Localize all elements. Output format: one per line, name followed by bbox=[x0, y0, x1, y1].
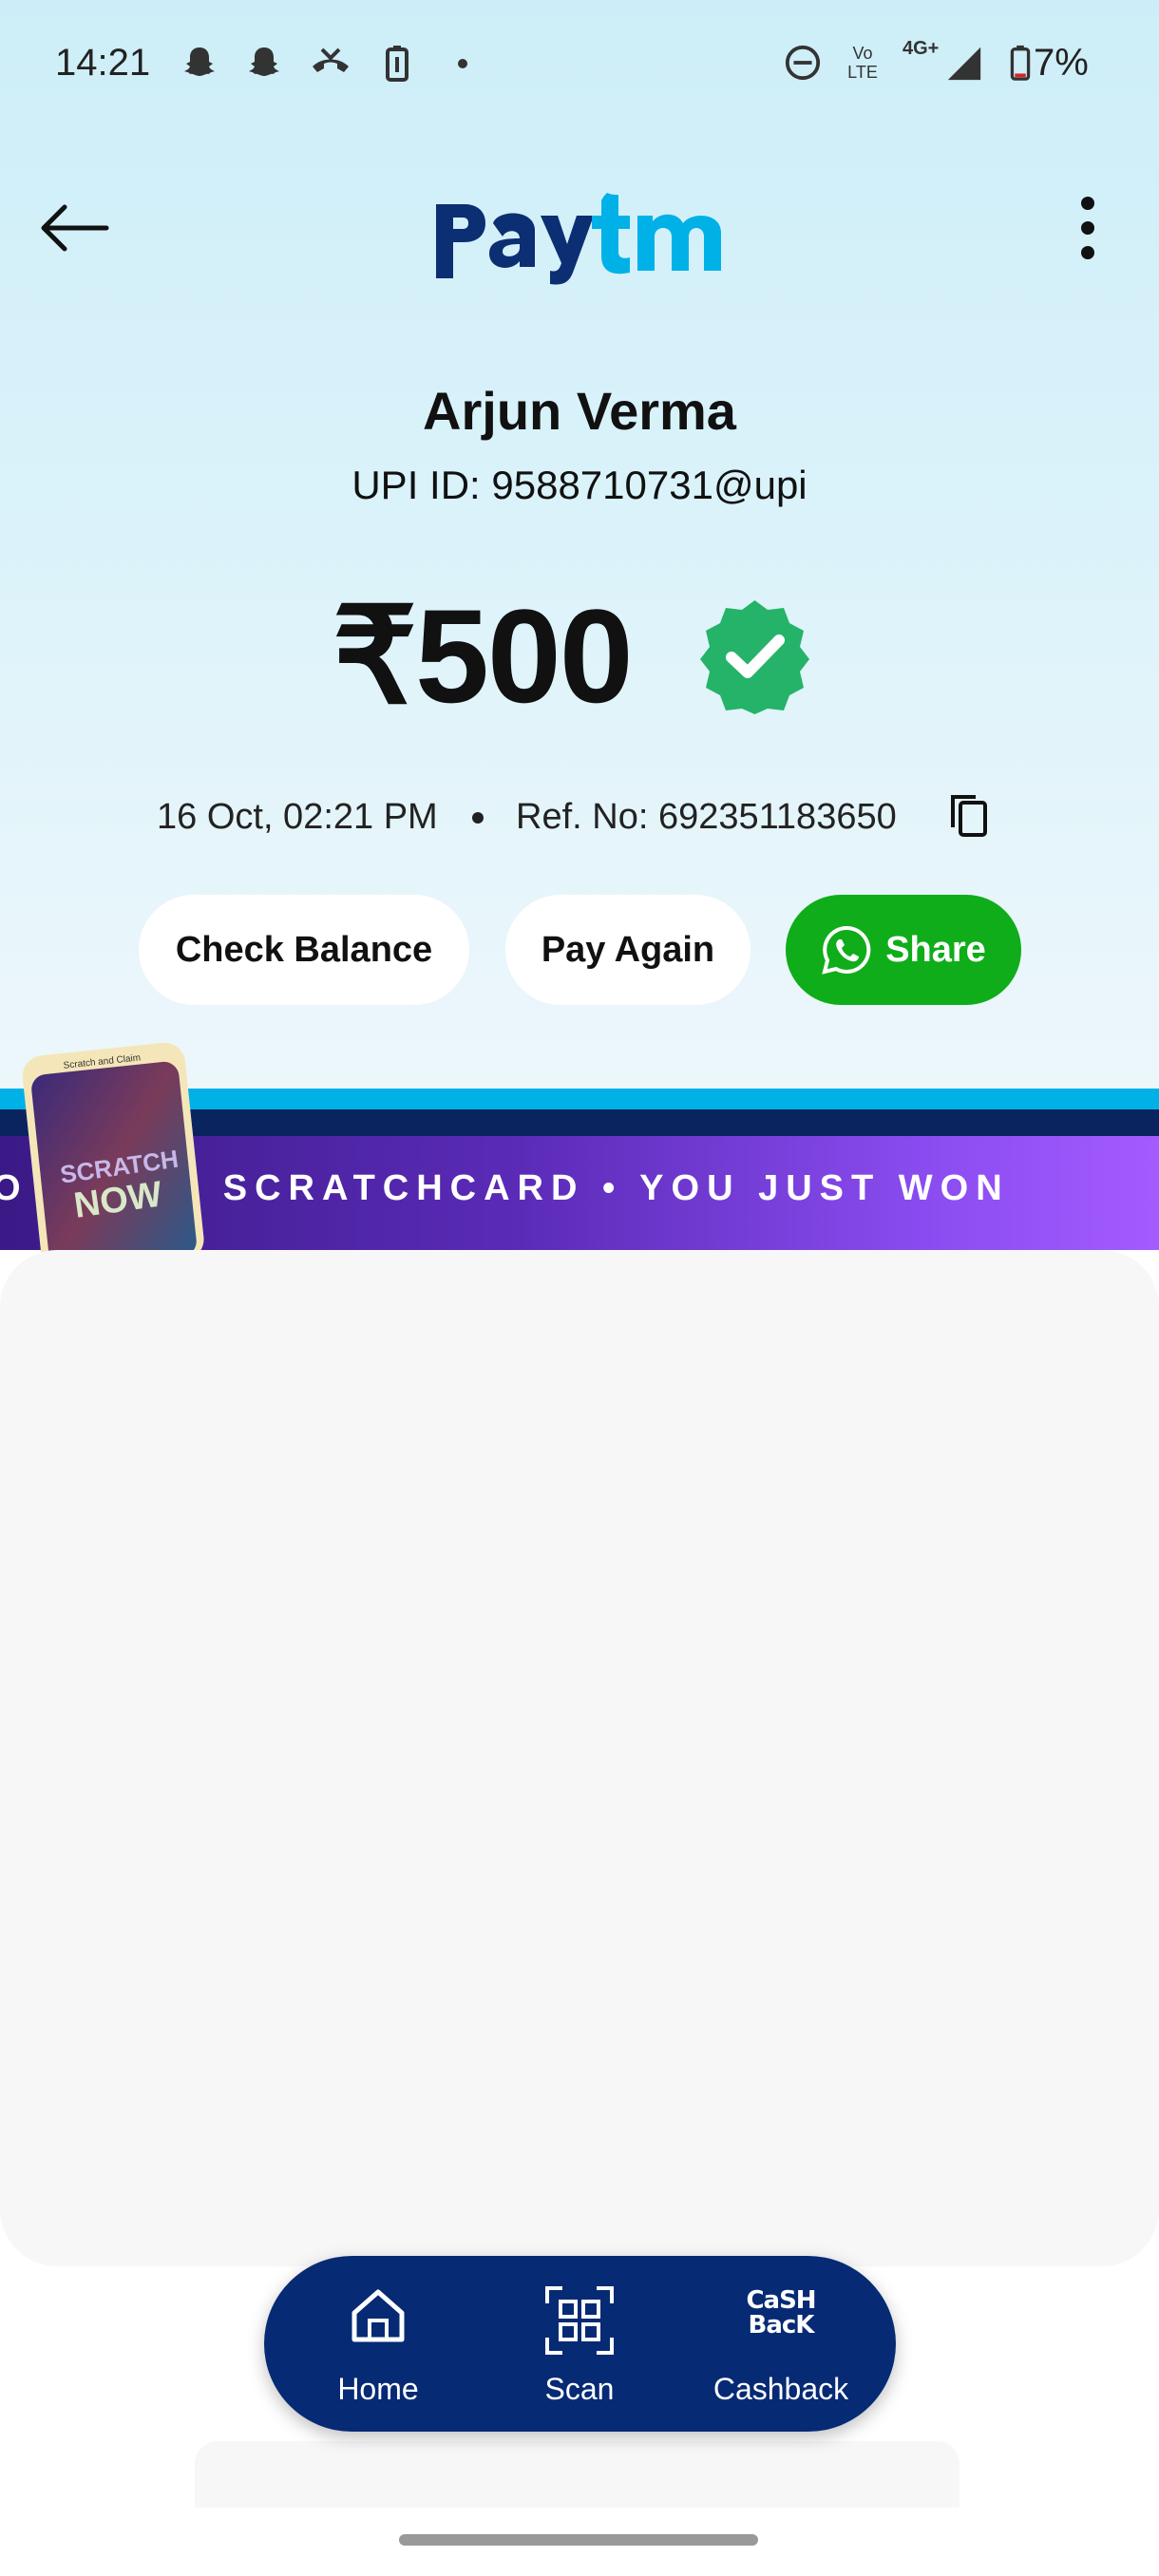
status-bar: 14:21 Vo LTE 4G+ 7% bbox=[0, 0, 1159, 133]
cashback-icon-text-2: BacK bbox=[748, 2311, 815, 2339]
nav-cashback[interactable]: CaSH BacK Cashback bbox=[686, 2256, 876, 2432]
battery-icon bbox=[1010, 45, 1031, 81]
network-type: 4G+ bbox=[902, 38, 940, 59]
more-options-button[interactable] bbox=[1054, 190, 1121, 266]
share-label: Share bbox=[885, 929, 986, 970]
cashback-icon-text-1: CaSH bbox=[746, 2286, 816, 2315]
paytm-logo bbox=[436, 193, 721, 285]
amount-section: ₹500 bbox=[0, 579, 1159, 741]
battery-percent: 7% bbox=[1034, 42, 1089, 84]
battery-saver-icon bbox=[386, 46, 408, 82]
missed-call-icon bbox=[313, 47, 349, 72]
volte-label: Vo LTE bbox=[847, 44, 878, 82]
transaction-datetime: 16 Oct, 02:21 PM bbox=[157, 797, 438, 837]
payment-amount: ₹500 bbox=[332, 581, 634, 730]
share-button[interactable]: Share bbox=[786, 895, 1021, 1005]
cashback-icon: CaSH BacK bbox=[743, 2288, 819, 2338]
home-icon bbox=[352, 2289, 405, 2342]
snapchat-icon bbox=[184, 47, 215, 76]
bottom-sheet-peek bbox=[195, 2441, 960, 2508]
scratch-card-phone[interactable]: Scratch and Claim SCRATCH NOW bbox=[17, 1043, 207, 1252]
pay-again-label: Pay Again bbox=[541, 929, 715, 970]
separator-dot bbox=[472, 812, 484, 824]
copy-icon[interactable] bbox=[947, 791, 991, 839]
nav-home[interactable]: Home bbox=[283, 2256, 473, 2432]
check-balance-label: Check Balance bbox=[175, 929, 433, 970]
pay-again-button[interactable]: Pay Again bbox=[505, 895, 750, 1005]
transaction-meta: 16 Oct, 02:21 PM Ref. No: 692351183650 bbox=[0, 791, 1159, 848]
nav-home-label: Home bbox=[337, 2372, 419, 2406]
back-button[interactable] bbox=[38, 195, 114, 261]
nav-cashback-label: Cashback bbox=[712, 2372, 849, 2406]
status-time: 14:21 bbox=[55, 42, 151, 84]
dot-icon bbox=[458, 59, 467, 68]
bottom-navigation: Home Scan CaSH BacK Cashback bbox=[264, 2256, 896, 2432]
content-sheet bbox=[0, 1250, 1159, 2266]
dnd-icon bbox=[785, 45, 821, 81]
arrow-left-icon bbox=[41, 204, 109, 252]
home-indicator[interactable] bbox=[399, 2534, 758, 2546]
nav-scan[interactable]: Scan bbox=[484, 2256, 674, 2432]
scan-qr-icon bbox=[545, 2286, 614, 2355]
payee-name: Arjun Verma bbox=[423, 381, 736, 441]
check-balance-button[interactable]: Check Balance bbox=[139, 895, 469, 1005]
signal-icon bbox=[947, 47, 981, 81]
nav-scan-label: Scan bbox=[544, 2372, 615, 2406]
upi-id: UPI ID: 9588710731@upi bbox=[352, 463, 808, 507]
whatsapp-icon bbox=[822, 925, 871, 975]
more-vertical-icon bbox=[1081, 197, 1094, 259]
success-check-icon bbox=[700, 600, 809, 714]
snapchat-icon bbox=[249, 47, 279, 76]
reference-number: Ref. No: 692351183650 bbox=[516, 797, 897, 837]
